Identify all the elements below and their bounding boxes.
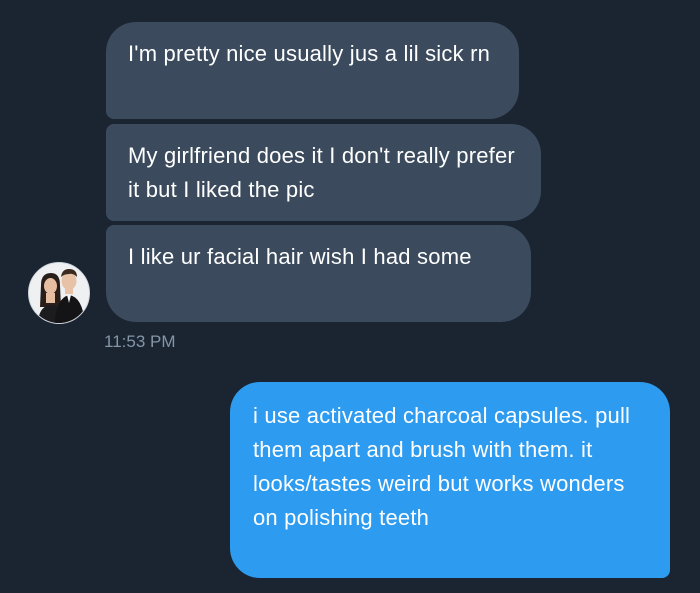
profile-photo-icon: [29, 263, 89, 323]
message-bubble-outgoing[interactable]: i use activated charcoal capsules. pull …: [230, 382, 670, 578]
message-bubble-incoming[interactable]: I'm pretty nice usually jus a lil sick r…: [106, 22, 519, 119]
message-bubble-incoming[interactable]: My girlfriend does it I don't really pre…: [106, 124, 541, 221]
message-bubble-incoming[interactable]: I like ur facial hair wish I had some: [106, 225, 531, 322]
message-text: I'm pretty nice usually jus a lil sick r…: [128, 41, 491, 66]
message-text: I like ur facial hair wish I had some: [128, 244, 472, 269]
avatar[interactable]: [28, 262, 90, 324]
message-text: i use activated charcoal capsules. pull …: [253, 403, 631, 530]
message-timestamp: 11:53 PM: [104, 332, 176, 351]
message-text: My girlfriend does it I don't really pre…: [128, 143, 515, 202]
